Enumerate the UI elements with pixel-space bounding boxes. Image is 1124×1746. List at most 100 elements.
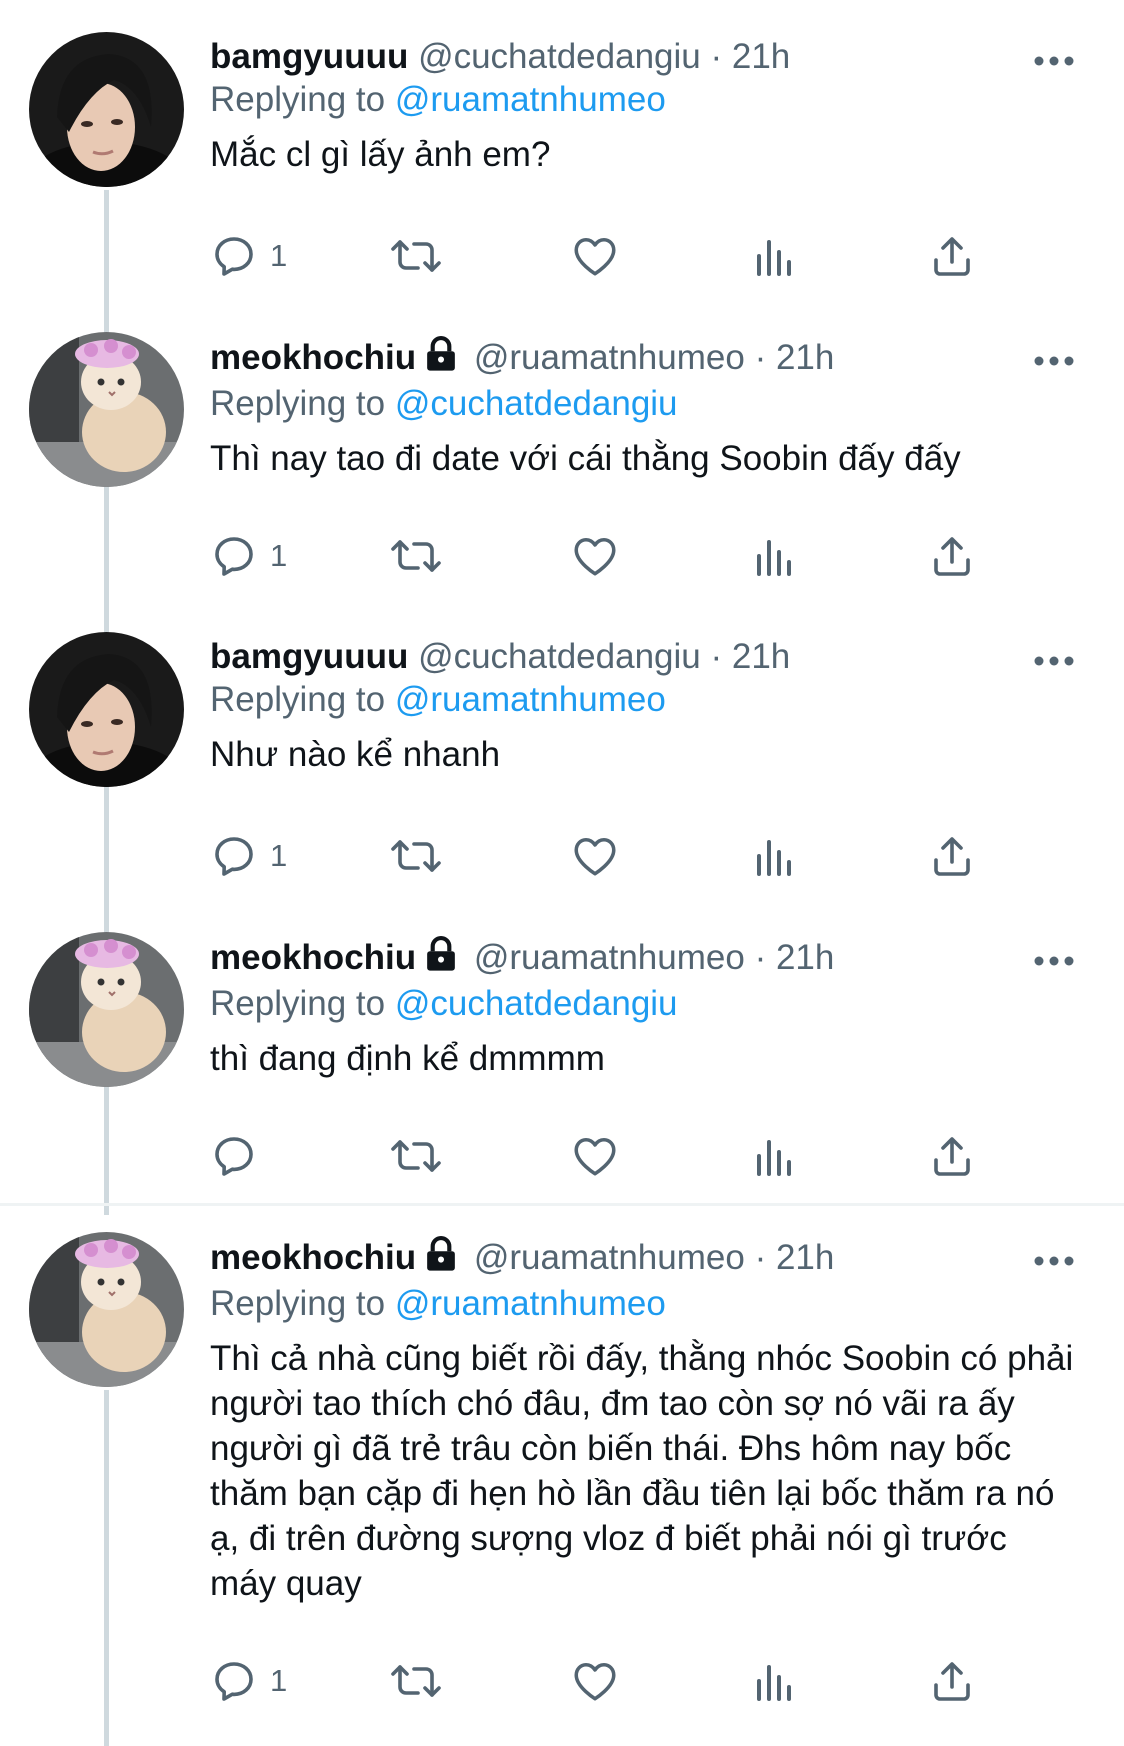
tweet-text: Thì nay tao đi date với cái thằng Soobin…: [210, 439, 961, 478]
reply-count: 1: [270, 238, 288, 273]
time-separator: ·: [754, 938, 767, 977]
like-button[interactable]: [570, 1128, 620, 1184]
retweet-button[interactable]: [390, 828, 442, 884]
tweet-header: bamgyuuuu @cuchatdedangiu · 21h: [210, 36, 1080, 78]
display-name[interactable]: bamgyuuuu: [210, 37, 408, 76]
reply-button[interactable]: 1: [210, 1653, 287, 1709]
views-button[interactable]: [750, 1653, 798, 1709]
mention-link[interactable]: @ruamatnhumeo: [395, 80, 666, 119]
analytics-icon: [757, 540, 791, 576]
tweet-actions: 1: [210, 528, 1000, 588]
user-handle[interactable]: @ruamatnhumeo: [474, 938, 745, 977]
tweet-header: meokhochiu @ruamatnhumeo · 21h: [210, 336, 1080, 382]
mention-link[interactable]: @cuchatdedangiu: [395, 984, 678, 1023]
retweet-button[interactable]: [390, 1128, 442, 1184]
time-separator: ·: [710, 637, 723, 676]
share-button[interactable]: [928, 1653, 976, 1709]
more-icon[interactable]: [1029, 946, 1079, 976]
like-button[interactable]: [570, 828, 620, 884]
heart-icon: [574, 537, 616, 576]
tweet-header: meokhochiu @ruamatnhumeo · 21h: [210, 1236, 1080, 1282]
more-icon[interactable]: [1029, 46, 1079, 76]
views-button[interactable]: [750, 528, 798, 584]
views-button[interactable]: [750, 1128, 798, 1184]
retweet-button[interactable]: [390, 228, 442, 284]
reply-icon: [215, 1137, 253, 1176]
analytics-icon: [757, 1140, 791, 1176]
display-name[interactable]: meokhochiu: [210, 938, 416, 977]
display-name[interactable]: bamgyuuuu: [210, 637, 408, 676]
replying-to: Replying to @ruamatnhumeo: [210, 1282, 1080, 1326]
reply-button[interactable]: 1: [210, 528, 287, 584]
tweet-header: meokhochiu @ruamatnhumeo · 21h: [210, 936, 1080, 982]
more-icon[interactable]: [1029, 346, 1079, 376]
tweet-text: Thì cả nhà cũng biết rồi đấy, thằng nhóc…: [210, 1339, 1074, 1603]
thread-line: [104, 1390, 109, 1746]
like-button[interactable]: [570, 228, 620, 284]
cat-avatar[interactable]: [29, 1232, 184, 1387]
more-icon[interactable]: [1029, 1246, 1079, 1276]
mention-link[interactable]: @ruamatnhumeo: [395, 1284, 666, 1323]
replying-to-label: Replying to: [210, 384, 386, 423]
reply-button[interactable]: [210, 1128, 270, 1184]
retweet-icon: [391, 240, 441, 272]
display-name[interactable]: meokhochiu: [210, 1238, 416, 1277]
person-avatar[interactable]: [29, 632, 184, 787]
analytics-icon: [757, 840, 791, 876]
tweet-text: thì đang định kể dmmmm: [210, 1039, 605, 1078]
person-avatar-image: [29, 632, 184, 787]
user-handle[interactable]: @cuchatdedangiu: [418, 637, 701, 676]
person-avatar[interactable]: [29, 32, 184, 187]
share-button[interactable]: [928, 228, 976, 284]
like-button[interactable]: [570, 1653, 620, 1709]
person-avatar-image: [29, 32, 184, 187]
reply-button[interactable]: 1: [210, 828, 287, 884]
like-button[interactable]: [570, 528, 620, 584]
replying-to-label: Replying to: [210, 984, 386, 1023]
timestamp[interactable]: 21h: [732, 37, 790, 76]
reply-icon: [215, 1662, 253, 1701]
replying-to: Replying to @cuchatdedangiu: [210, 382, 1080, 426]
views-button[interactable]: [750, 228, 798, 284]
reply-count: 1: [270, 538, 288, 573]
tweet-actions: [210, 1128, 1000, 1188]
display-name[interactable]: meokhochiu: [210, 338, 416, 377]
retweet-icon: [391, 540, 441, 572]
timestamp[interactable]: 21h: [776, 338, 834, 377]
reply-icon: [215, 237, 253, 276]
replying-to: Replying to @cuchatdedangiu: [210, 982, 1080, 1026]
mention-link[interactable]: @cuchatdedangiu: [395, 384, 678, 423]
cat-avatar-image: [29, 1232, 184, 1387]
replying-to-label: Replying to: [210, 1284, 386, 1323]
share-button[interactable]: [928, 1128, 976, 1184]
cat-avatar[interactable]: [29, 932, 184, 1087]
heart-icon: [574, 837, 616, 876]
user-handle[interactable]: @cuchatdedangiu: [418, 37, 701, 76]
retweet-button[interactable]: [390, 1653, 442, 1709]
tweet-text: Như nào kể nhanh: [210, 735, 501, 774]
cat-avatar-image: [29, 332, 184, 487]
reply-button[interactable]: 1: [210, 228, 287, 284]
retweet-button[interactable]: [390, 528, 442, 584]
tweet-actions: 1: [210, 228, 1000, 288]
reply-count: 1: [270, 838, 288, 873]
user-handle[interactable]: @ruamatnhumeo: [474, 1238, 745, 1277]
heart-icon: [574, 1662, 616, 1701]
reply-icon: [215, 537, 253, 576]
share-icon: [934, 1137, 970, 1176]
tweet-header: bamgyuuuu @cuchatdedangiu · 21h: [210, 636, 1080, 678]
time-separator: ·: [710, 37, 723, 76]
timestamp[interactable]: 21h: [776, 1238, 834, 1277]
more-icon[interactable]: [1029, 646, 1079, 676]
timestamp[interactable]: 21h: [732, 637, 790, 676]
analytics-icon: [757, 240, 791, 276]
views-button[interactable]: [750, 828, 798, 884]
replying-to: Replying to @ruamatnhumeo: [210, 678, 1080, 722]
mention-link[interactable]: @ruamatnhumeo: [395, 680, 666, 719]
timestamp[interactable]: 21h: [776, 938, 834, 977]
share-button[interactable]: [928, 828, 976, 884]
cat-avatar[interactable]: [29, 332, 184, 487]
share-button[interactable]: [928, 528, 976, 584]
retweet-icon: [391, 1140, 441, 1172]
user-handle[interactable]: @ruamatnhumeo: [474, 338, 745, 377]
